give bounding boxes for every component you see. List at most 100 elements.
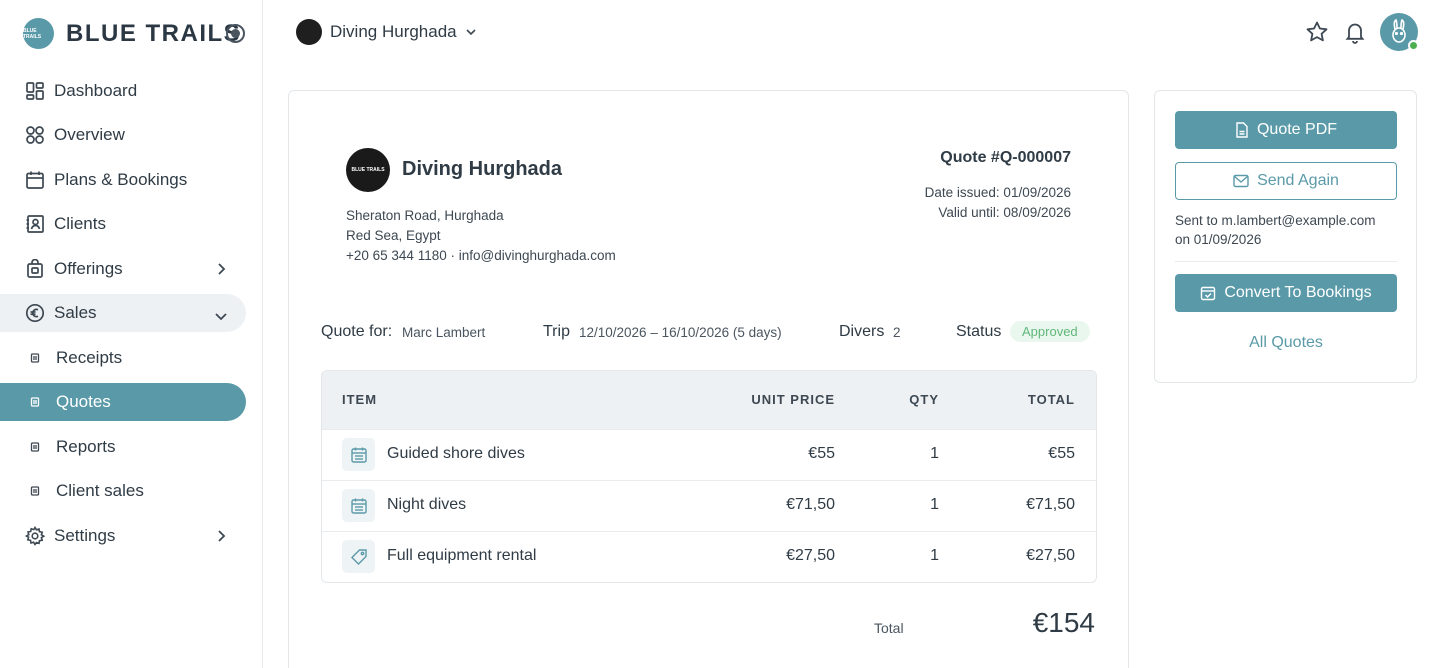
button-label: Convert To Bookings bbox=[1224, 284, 1372, 301]
quote-actions-card: Quote PDF Send Again Sent to m.lambert@e… bbox=[1154, 90, 1417, 383]
reports-icon bbox=[30, 442, 40, 452]
business-name: Diving Hurghada bbox=[402, 158, 563, 180]
business-logo: BLUE TRAILS bbox=[346, 148, 390, 192]
item-qty: 1 bbox=[930, 496, 939, 513]
receipts-icon bbox=[30, 353, 40, 363]
quote-meta-row: Quote for: Marc Lambert Trip 12/10/2026 … bbox=[321, 321, 1097, 345]
sidebar-item-label: Clients bbox=[54, 214, 106, 233]
client-sales-icon bbox=[30, 486, 40, 496]
item-unit-price: €27,50 bbox=[786, 547, 835, 564]
collapse-dot-icon bbox=[231, 29, 240, 38]
calendar-check-icon bbox=[1201, 286, 1216, 301]
sidebar-item-offerings[interactable]: Offerings bbox=[0, 250, 246, 288]
gear-icon bbox=[25, 526, 45, 546]
item-name: Night dives bbox=[387, 496, 467, 513]
sidebar-item-label: Offerings bbox=[54, 259, 123, 278]
calendar-icon bbox=[342, 438, 375, 471]
sent-to: Sent to m.lambert@example.com bbox=[1175, 213, 1376, 228]
column-header-qty: QTY bbox=[909, 392, 939, 407]
divers-value: 2 bbox=[893, 325, 901, 340]
star-icon[interactable] bbox=[1304, 19, 1330, 45]
business-address: Sheraton Road, Hurghada Red Sea, Egypt +… bbox=[346, 206, 616, 266]
convert-to-bookings-button[interactable]: Convert To Bookings bbox=[1175, 274, 1397, 312]
sidebar-item-reports[interactable]: Reports bbox=[0, 428, 246, 466]
sidebar-item-label: Plans & Bookings bbox=[54, 170, 188, 189]
sent-on: on 01/09/2026 bbox=[1175, 232, 1262, 247]
bell-icon[interactable] bbox=[1342, 19, 1368, 45]
sent-info: Sent to m.lambert@example.com on 01/09/2… bbox=[1175, 211, 1405, 249]
divers-label: Divers bbox=[839, 323, 885, 340]
sidebar-item-plans-bookings[interactable]: Plans & Bookings bbox=[0, 161, 246, 199]
chevron-down-icon bbox=[214, 307, 228, 327]
total-label: Total bbox=[874, 620, 904, 636]
sidebar-item-dashboard[interactable]: Dashboard bbox=[0, 72, 246, 110]
brand-name: BLUE TRAILS bbox=[66, 19, 242, 47]
sidebar-collapse-button[interactable] bbox=[226, 24, 245, 43]
online-status-dot bbox=[1408, 40, 1419, 51]
all-quotes-link[interactable]: All Quotes bbox=[1175, 334, 1397, 352]
quote-pdf-button[interactable]: Quote PDF bbox=[1175, 111, 1397, 149]
status-label: Status bbox=[956, 323, 1002, 340]
item-unit-price: €55 bbox=[808, 445, 835, 462]
sidebar-item-label: Quotes bbox=[56, 392, 111, 411]
clients-icon bbox=[25, 214, 45, 234]
trip-value: 12/10/2026 – 16/10/2026 (5 days) bbox=[579, 325, 782, 340]
top-icons bbox=[1304, 13, 1419, 51]
item-total: €27,50 bbox=[1026, 547, 1075, 564]
table-row: Full equipment rental €27,50 1 €27,50 bbox=[322, 531, 1096, 582]
brand-logo: BLUE TRAILS bbox=[23, 18, 54, 49]
quote-number: Quote #Q-000007 bbox=[940, 149, 1071, 166]
business-contact: +20 65 344 1180 · info@divinghurghada.co… bbox=[346, 248, 616, 263]
dashboard-icon bbox=[25, 81, 45, 101]
sidebar-item-settings[interactable]: Settings bbox=[0, 517, 246, 555]
org-switcher[interactable]: Diving Hurghada bbox=[296, 19, 477, 45]
org-name: Diving Hurghada bbox=[330, 22, 457, 41]
sales-icon bbox=[25, 303, 45, 323]
brand[interactable]: BLUE TRAILS BLUE TRAILS bbox=[23, 18, 241, 49]
calendar-icon bbox=[342, 489, 375, 522]
item-total: €71,50 bbox=[1026, 496, 1075, 513]
divider bbox=[1175, 261, 1397, 262]
sidebar-item-sales[interactable]: Sales bbox=[0, 294, 246, 332]
item-name: Guided shore dives bbox=[387, 445, 525, 462]
button-label: Send Again bbox=[1257, 172, 1339, 189]
date-issued: Date issued: 01/09/2026 bbox=[924, 185, 1071, 200]
sidebar-item-clients[interactable]: Clients bbox=[0, 205, 246, 243]
status-badge: Approved bbox=[1010, 321, 1090, 342]
chevron-down-icon bbox=[465, 23, 477, 41]
sidebar-item-label: Reports bbox=[56, 437, 116, 456]
calendar-icon bbox=[25, 170, 45, 190]
sidebar-item-overview[interactable]: Overview bbox=[0, 116, 246, 154]
avatar[interactable] bbox=[1380, 13, 1419, 51]
item-total: €55 bbox=[1048, 445, 1075, 462]
button-label: Quote PDF bbox=[1256, 121, 1338, 138]
table-header: ITEM UNIT PRICE QTY TOTAL bbox=[322, 371, 1096, 429]
quote-for-label: Quote for: bbox=[321, 323, 393, 340]
chevron-right-icon bbox=[216, 261, 226, 281]
table-row: Night dives €71,50 1 €71,50 bbox=[322, 480, 1096, 531]
valid-until: Valid until: 08/09/2026 bbox=[938, 205, 1071, 220]
mail-icon bbox=[1233, 174, 1249, 188]
sidebar-item-label: Client sales bbox=[56, 481, 144, 500]
quote-card: BLUE TRAILS Diving Hurghada Sheraton Roa… bbox=[288, 90, 1129, 668]
column-header-total: TOTAL bbox=[1027, 392, 1075, 407]
tag-icon bbox=[342, 540, 375, 573]
column-header-item: ITEM bbox=[342, 392, 378, 407]
send-again-button[interactable]: Send Again bbox=[1175, 162, 1397, 200]
sidebar-item-client-sales[interactable]: Client sales bbox=[0, 472, 246, 510]
sidebar-item-label: Sales bbox=[54, 303, 97, 322]
offerings-icon bbox=[25, 259, 45, 279]
address-line: Red Sea, Egypt bbox=[346, 228, 441, 243]
sidebar-item-label: Overview bbox=[54, 125, 125, 144]
trip-label: Trip bbox=[543, 323, 570, 340]
sidebar-item-receipts[interactable]: Receipts bbox=[0, 339, 246, 377]
item-qty: 1 bbox=[930, 547, 939, 564]
overview-icon bbox=[25, 125, 45, 145]
chevron-right-icon bbox=[216, 528, 226, 548]
item-unit-price: €71,50 bbox=[786, 496, 835, 513]
quote-items-table: ITEM UNIT PRICE QTY TOTAL Guided shore d… bbox=[321, 370, 1097, 583]
table-row: Guided shore dives €55 1 €55 bbox=[322, 429, 1096, 480]
sidebar: BLUE TRAILS BLUE TRAILS Dashboard Overvi… bbox=[0, 0, 263, 668]
sidebar-item-label: Dashboard bbox=[54, 81, 138, 100]
sidebar-item-quotes[interactable]: Quotes bbox=[0, 383, 246, 421]
